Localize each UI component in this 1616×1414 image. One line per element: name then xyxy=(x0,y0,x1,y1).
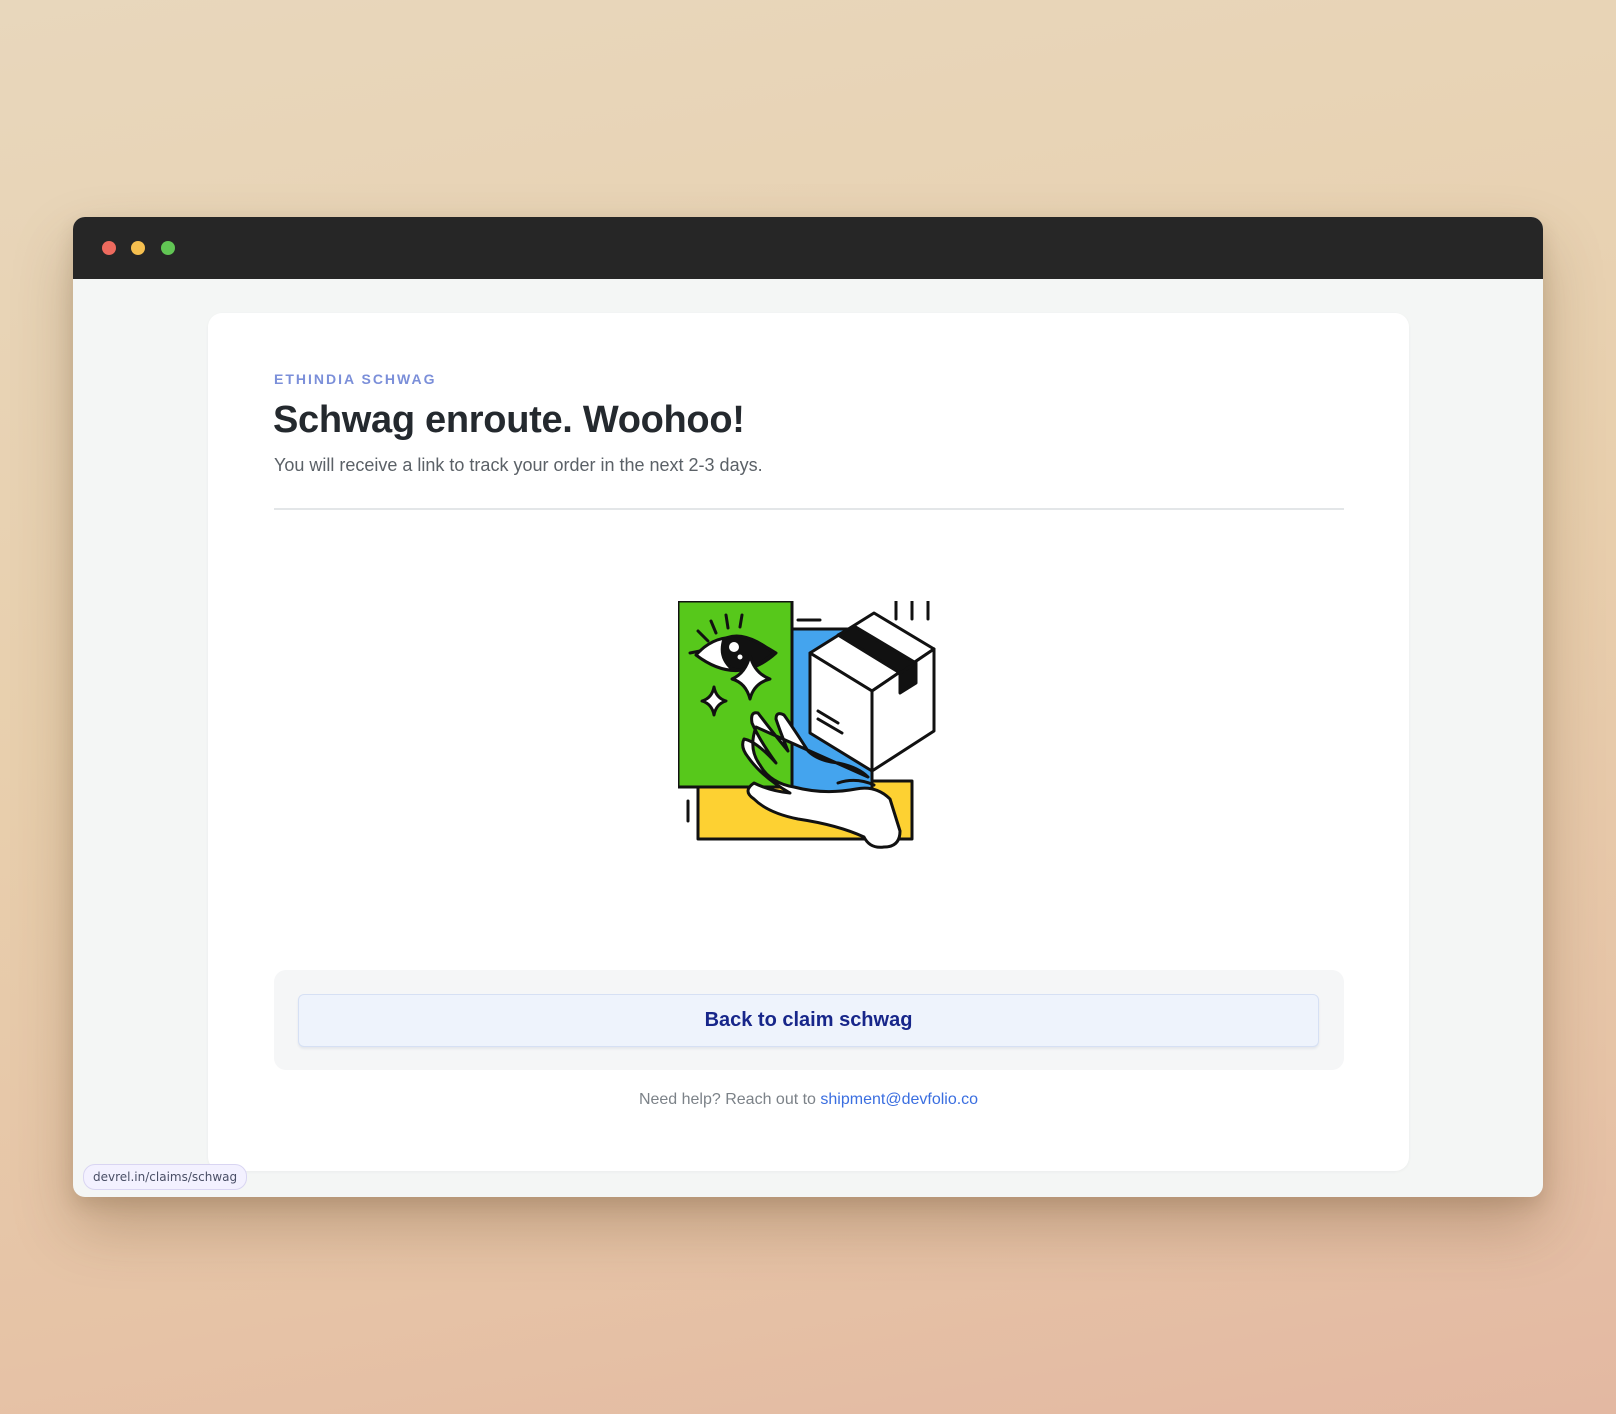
support-email-link[interactable]: shipment@devfolio.co xyxy=(820,1091,978,1108)
action-panel: Back to claim schwag xyxy=(274,970,1344,1070)
maximize-window-button[interactable] xyxy=(161,241,175,255)
minimize-window-button[interactable] xyxy=(131,241,145,255)
title-bar xyxy=(73,217,1543,279)
eyebrow-label: ETHINDIA SCHWAG xyxy=(274,371,437,387)
help-line: Need help? Reach out to shipment@devfoli… xyxy=(208,1091,1409,1109)
close-window-button[interactable] xyxy=(102,241,116,255)
help-text: Need help? Reach out to xyxy=(638,1091,816,1108)
status-bar-url: devrel.in/claims/schwag xyxy=(83,1164,248,1190)
back-to-claim-button[interactable]: Back to claim schwag xyxy=(298,994,1319,1047)
browser-window: ETHINDIA SCHWAG Schwag enroute. Woohoo! … xyxy=(73,217,1543,1197)
page-title: Schwag enroute. Woohoo! xyxy=(273,399,745,441)
hand-holding-package-illustration xyxy=(678,601,936,849)
confirmation-card: ETHINDIA SCHWAG Schwag enroute. Woohoo! … xyxy=(208,313,1409,1171)
divider xyxy=(274,508,1344,510)
page-subtitle: You will receive a link to track your or… xyxy=(274,455,763,475)
